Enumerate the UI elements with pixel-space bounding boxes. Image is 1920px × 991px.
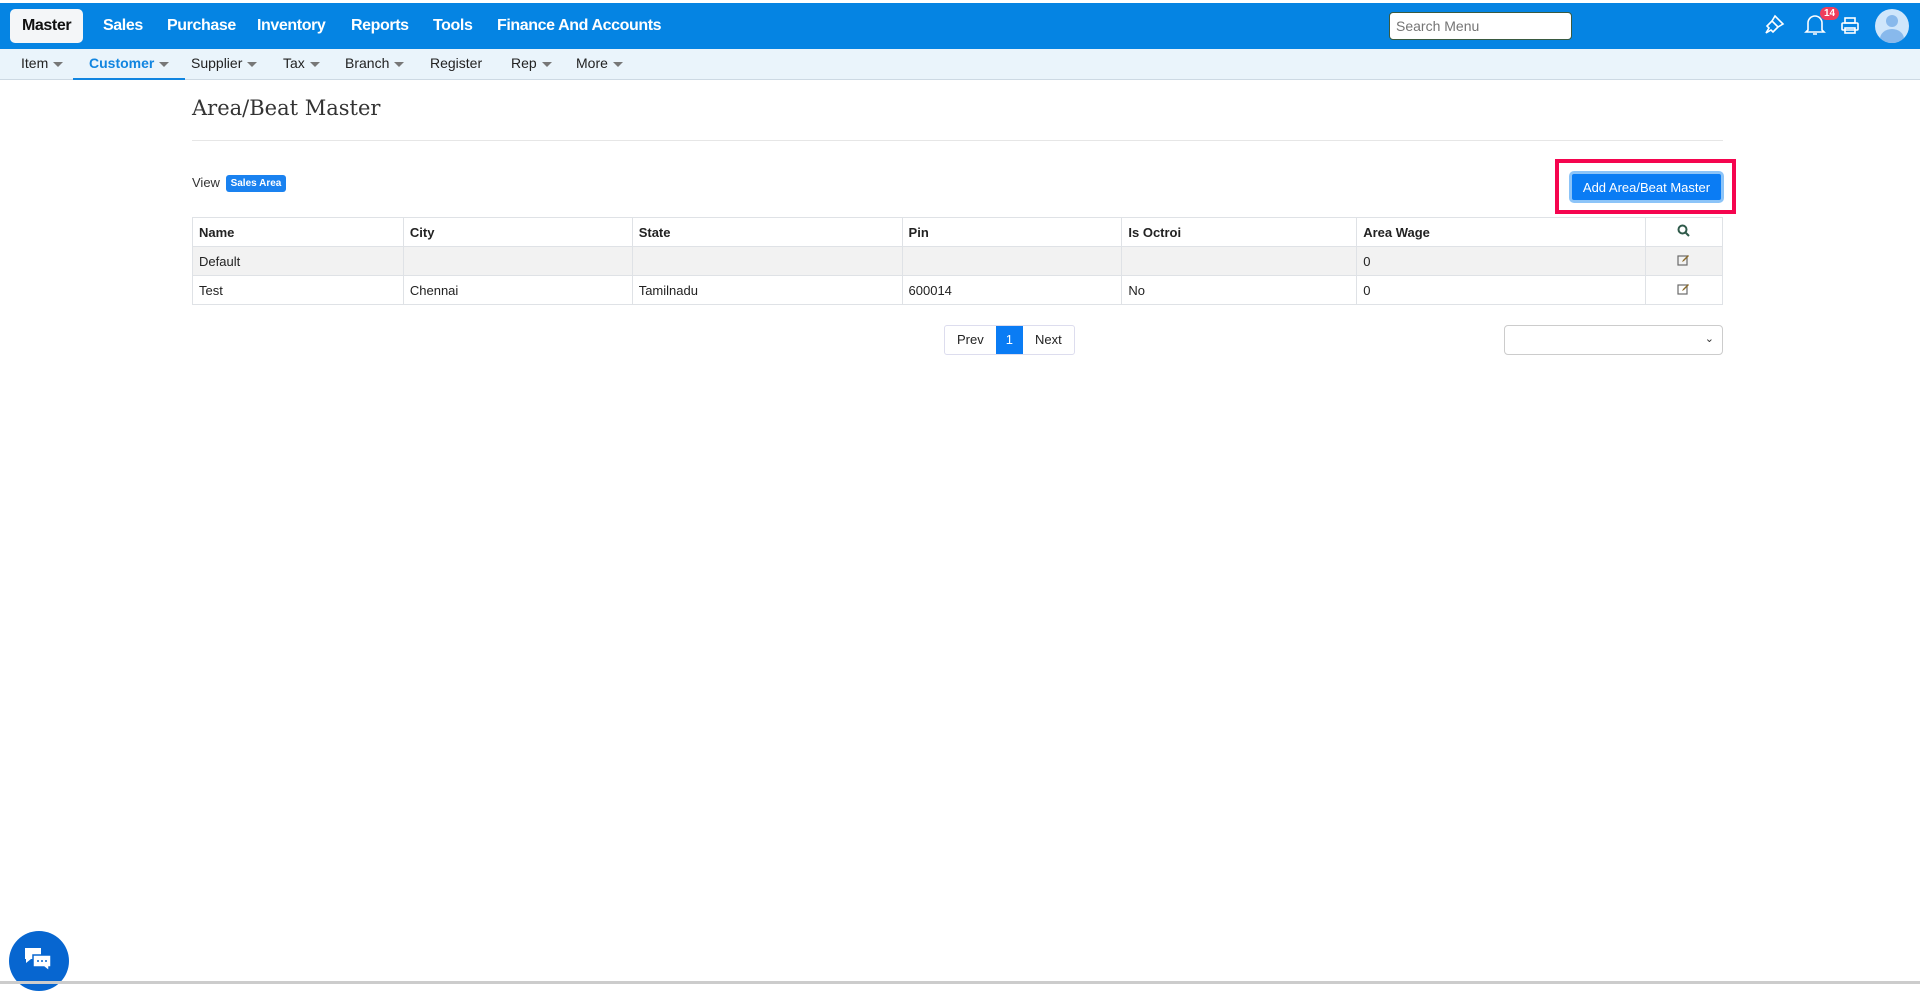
view-label: View bbox=[192, 175, 220, 190]
top-navbar: Master Sales Purchase Inventory Reports … bbox=[0, 3, 1920, 49]
notification-count-badge: 14 bbox=[1820, 7, 1840, 20]
cell-city bbox=[402, 246, 633, 276]
col-is-octroi: Is Octroi bbox=[1121, 217, 1358, 247]
col-pin: Pin bbox=[901, 217, 1123, 247]
col-name: Name bbox=[192, 217, 404, 247]
cell-is-octroi bbox=[1121, 246, 1358, 276]
subnav-rep-label: Rep bbox=[511, 55, 537, 71]
subnav-tax-label: Tax bbox=[283, 55, 305, 71]
table-header-row: Name City State Pin Is Octroi Area Wage bbox=[192, 217, 1724, 247]
search-icon[interactable] bbox=[1677, 224, 1691, 237]
subnav-branch-label: Branch bbox=[345, 55, 390, 71]
page-title: Area/Beat Master bbox=[192, 96, 381, 120]
nav-tools[interactable]: Tools bbox=[433, 9, 473, 43]
user-avatar[interactable] bbox=[1875, 9, 1909, 43]
subnav-item[interactable]: Item bbox=[21, 49, 64, 80]
view-badge-sales-area[interactable]: Sales Area bbox=[225, 175, 287, 193]
subnav-supplier-label: Supplier bbox=[191, 55, 243, 71]
cell-name: Test bbox=[192, 275, 404, 305]
nav-inventory[interactable]: Inventory bbox=[257, 9, 326, 43]
prev-page-button[interactable]: Prev bbox=[945, 326, 996, 354]
nav-reports[interactable]: Reports bbox=[351, 9, 409, 43]
subnav-branch[interactable]: Branch bbox=[345, 49, 405, 80]
col-city: City bbox=[402, 217, 633, 247]
cell-name: Default bbox=[192, 246, 404, 276]
caret-down-icon bbox=[394, 61, 405, 67]
cell-pin: 600014 bbox=[901, 275, 1123, 305]
cell-area-wage: 0 bbox=[1356, 246, 1646, 276]
page-1-button[interactable]: 1 bbox=[995, 326, 1023, 354]
table-search-cell bbox=[1644, 217, 1724, 247]
search-menu-input[interactable] bbox=[1389, 12, 1572, 40]
subnav-customer-label: Customer bbox=[89, 55, 155, 71]
caret-down-icon bbox=[309, 61, 320, 67]
caret-down-icon bbox=[247, 61, 258, 67]
caret-down-icon bbox=[53, 61, 64, 67]
caret-down-icon bbox=[612, 61, 623, 67]
area-table: Name City State Pin Is Octroi Area Wage … bbox=[192, 217, 1724, 305]
col-area-wage: Area Wage bbox=[1356, 217, 1646, 247]
next-page-button[interactable]: Next bbox=[1023, 326, 1074, 354]
add-area-beat-master-button[interactable]: Add Area/Beat Master bbox=[1569, 171, 1724, 203]
cell-area-wage: 0 bbox=[1356, 275, 1646, 305]
nav-finance-and-accounts[interactable]: Finance And Accounts bbox=[497, 9, 662, 43]
cell-state: Tamilnadu bbox=[631, 275, 903, 305]
print-icon[interactable] bbox=[1840, 16, 1860, 36]
subnav-register[interactable]: Register bbox=[430, 49, 482, 80]
nav-purchase[interactable]: Purchase bbox=[167, 9, 236, 43]
paint-brush-icon[interactable] bbox=[1762, 13, 1786, 37]
cell-city: Chennai bbox=[402, 275, 633, 305]
col-state: State bbox=[631, 217, 903, 247]
subnav-supplier[interactable]: Supplier bbox=[191, 49, 258, 80]
chevron-down-icon: ⌄ bbox=[1704, 333, 1714, 345]
nav-sales[interactable]: Sales bbox=[103, 9, 143, 43]
subnav-tax[interactable]: Tax bbox=[283, 49, 320, 80]
table-row: Test Chennai Tamilnadu 600014 No 0 bbox=[192, 275, 1724, 305]
cell-state bbox=[631, 246, 903, 276]
edit-cell bbox=[1644, 275, 1724, 305]
pagination: Prev 1 Next bbox=[944, 325, 1075, 355]
edit-icon[interactable] bbox=[1677, 254, 1690, 266]
edit-cell bbox=[1644, 246, 1724, 276]
caret-down-icon bbox=[159, 61, 170, 67]
edit-icon[interactable] bbox=[1677, 283, 1690, 295]
subnav-customer[interactable]: Customer bbox=[73, 49, 186, 80]
sub-navbar: Item Customer Supplier Tax Branch Regist… bbox=[0, 49, 1920, 80]
cell-is-octroi: No bbox=[1121, 275, 1358, 305]
divider bbox=[192, 140, 1723, 141]
nav-master[interactable]: Master bbox=[10, 9, 84, 43]
subnav-more[interactable]: More bbox=[576, 49, 623, 80]
cell-pin bbox=[901, 246, 1123, 276]
table-row: Default 0 bbox=[192, 246, 1724, 276]
subnav-item-label: Item bbox=[21, 55, 49, 71]
caret-down-icon bbox=[541, 61, 552, 67]
view-filter: View Sales Area bbox=[192, 175, 287, 193]
chat-icon bbox=[25, 948, 52, 973]
page-size-select[interactable]: ⌄ bbox=[1504, 325, 1723, 355]
subnav-more-label: More bbox=[576, 55, 608, 71]
subnav-rep[interactable]: Rep bbox=[511, 49, 552, 80]
